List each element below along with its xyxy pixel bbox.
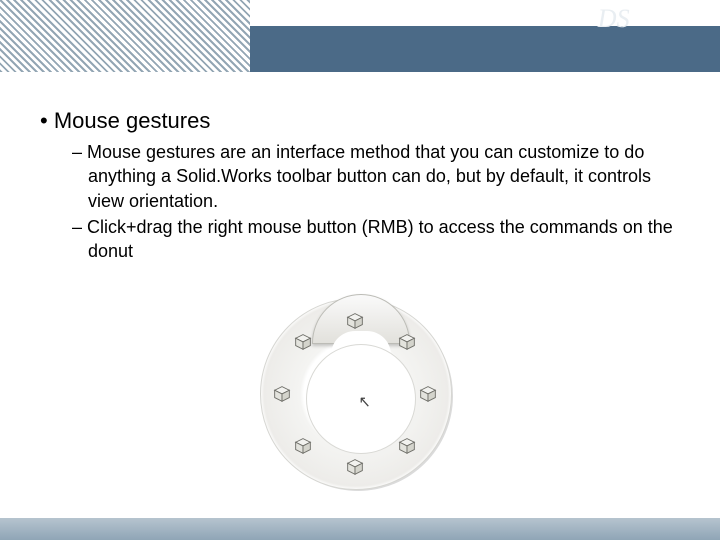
gesture-donut: ↖ — [260, 298, 460, 498]
ds-mark-icon: DS — [598, 6, 630, 32]
view-front-icon[interactable] — [292, 330, 314, 352]
solidworks-logo: DS SolidWorks — [598, 6, 704, 32]
view-top-icon[interactable] — [344, 309, 366, 331]
slide-header: DS SolidWorks — [0, 0, 720, 72]
brand-text-a: Solid — [636, 12, 665, 27]
bullet-level2: Mouse gestures are an interface method t… — [72, 140, 684, 213]
view-bottom-icon[interactable] — [344, 455, 366, 477]
view-right-icon[interactable] — [417, 382, 439, 404]
cursor-icon: ↖ — [359, 392, 371, 412]
slide-footer-bar — [0, 518, 720, 540]
brand-text-b: Works — [665, 12, 705, 27]
bullet-level2: Click+drag the right mouse button (RMB) … — [72, 215, 684, 264]
slide-body: Mouse gestures Mouse gestures are an int… — [0, 108, 720, 265]
bullet-level1: Mouse gestures — [40, 108, 720, 134]
header-hatch-pattern — [0, 0, 250, 72]
view-left-icon[interactable] — [271, 382, 293, 404]
view-dimetric-icon[interactable] — [396, 434, 418, 456]
view-trimetric-icon[interactable] — [396, 330, 418, 352]
view-isometric-icon[interactable] — [292, 434, 314, 456]
